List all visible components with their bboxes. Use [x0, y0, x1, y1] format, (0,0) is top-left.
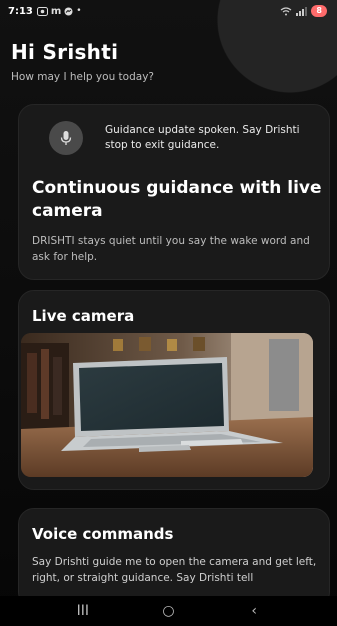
- screen-record-icon: [36, 6, 48, 16]
- mic-button[interactable]: [49, 121, 83, 155]
- live-camera-title: Live camera: [32, 307, 135, 325]
- signal-icon: [296, 6, 308, 16]
- status-bar: 7:13 m • 8: [0, 0, 337, 22]
- m-app-icon: m: [50, 5, 62, 17]
- navigation-bar: III ○ ‹: [0, 596, 337, 626]
- status-right: 8: [280, 5, 327, 17]
- voice-commands-title: Voice commands: [32, 525, 174, 543]
- guidance-spoken-text: Guidance update spoken. Say Drishti stop…: [105, 124, 300, 151]
- notification-icons: m •: [36, 5, 82, 17]
- guidance-title: Continuous guidance with live camera: [32, 178, 322, 221]
- wifi-icon: [281, 6, 292, 15]
- guidance-card[interactable]: Guidance update spoken. Say Drishti stop…: [18, 104, 330, 280]
- voice-commands-text: Say Drishti guide me to open the camera …: [32, 556, 317, 584]
- mic-icon: [60, 131, 72, 145]
- home-button[interactable]: ○: [148, 603, 188, 619]
- app-screen: 7:13 m • 8 Hi Srishti How may I help you…: [0, 0, 337, 626]
- messenger-icon: [64, 7, 73, 15]
- camera-preview-image: [21, 333, 313, 477]
- live-camera-card: Live camera: [18, 290, 330, 490]
- voice-commands-card: Voice commands Say Drishti guide me to o…: [18, 508, 330, 608]
- dot-icon: •: [76, 6, 82, 16]
- battery-badge: 8: [311, 5, 327, 17]
- guidance-description: DRISHTI stays quiet until you say the wa…: [32, 235, 310, 263]
- recent-apps-button[interactable]: III: [63, 603, 103, 619]
- greeting-title: Hi Srishti: [11, 40, 119, 64]
- back-button[interactable]: ‹: [234, 603, 274, 619]
- live-camera-feed[interactable]: [21, 333, 313, 477]
- greeting-subtitle: How may I help you today?: [11, 71, 154, 83]
- status-time: 7:13: [8, 5, 33, 17]
